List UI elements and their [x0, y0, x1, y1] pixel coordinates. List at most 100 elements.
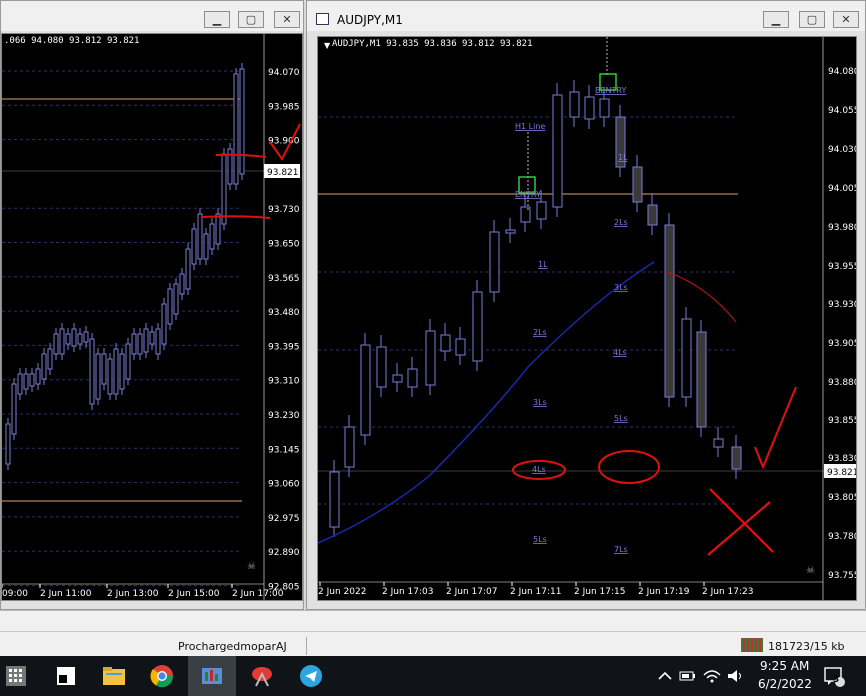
candle-body [681, 318, 692, 398]
candle-body [425, 330, 436, 386]
candle-body [197, 213, 203, 260]
candle-body [505, 229, 516, 234]
profile-name: ProchargedmoparAJ [178, 640, 287, 653]
candle-body [632, 166, 643, 203]
price-label: 93.930 [828, 300, 857, 310]
candle-body [731, 446, 742, 470]
candle-body [41, 353, 47, 380]
candle-body [696, 331, 707, 428]
price-label: 94.055 [828, 106, 857, 116]
left-chart-svg: 94.07093.98593.90093.73093.65093.56593.4… [2, 34, 301, 600]
sticky-notes-icon[interactable] [52, 662, 80, 690]
minimize-button[interactable]: ▁ [204, 11, 230, 28]
price-label: 93.980 [828, 223, 857, 233]
annotation-circle [598, 450, 660, 484]
level-annotation: ENTRY [515, 190, 541, 199]
right-chart-canvas[interactable]: AUDJPY,M1 93.835 93.836 93.812 93.821 94… [317, 36, 857, 601]
snipping-tool-icon[interactable] [248, 662, 276, 690]
current-price-label: 93.821 [267, 168, 299, 178]
maximize-button[interactable]: ▢ [238, 11, 264, 28]
candle-body [59, 328, 65, 355]
candle-body [329, 471, 340, 528]
candle-body [472, 291, 483, 362]
calculator-icon[interactable] [2, 662, 30, 690]
clock-time[interactable]: 9:25 AM [760, 659, 809, 673]
price-label: 93.880 [828, 378, 857, 388]
maximize-button[interactable]: ▢ [799, 11, 825, 28]
level-annotation: 5Ls [614, 414, 628, 423]
volume-icon[interactable] [726, 662, 746, 690]
candle-body [440, 334, 451, 352]
left-window-titlebar[interactable]: ▁ ▢ ✕ [1, 1, 303, 31]
time-label: 2 Jun 17:19 [638, 587, 690, 597]
skull-icon: ☠ [806, 565, 815, 576]
dropdown-arrow-icon: ▼ [324, 41, 331, 50]
status-separator [306, 637, 307, 655]
candle-body [185, 248, 191, 290]
candle-body [191, 228, 197, 265]
candle-body [35, 368, 41, 385]
price-label: 93.650 [268, 240, 300, 250]
price-label: 93.805 [828, 493, 857, 503]
level-annotation: 3Ls [533, 398, 547, 407]
close-button[interactable]: ✕ [833, 11, 859, 28]
price-label: 93.955 [828, 262, 857, 272]
candle-body [5, 423, 11, 465]
candle-body [489, 231, 500, 293]
candle-body [179, 273, 185, 295]
candle-body [167, 288, 173, 325]
minimize-button[interactable]: ▁ [763, 11, 789, 28]
close-button[interactable]: ✕ [274, 11, 300, 28]
candle-body [455, 338, 466, 356]
left-chart-canvas[interactable]: .066 94.080 93.812 93.821 94.070 93.985 93… [1, 33, 303, 601]
price-label: 93.480 [268, 308, 300, 318]
candle-body [221, 153, 227, 225]
annotation-cross [707, 488, 774, 556]
price-label: 94.070 [268, 68, 300, 78]
red-ma-line [667, 271, 737, 323]
chrome-icon[interactable] [148, 662, 176, 690]
price-label: 93.060 [268, 480, 300, 490]
level-annotation: BENTRY [595, 86, 626, 95]
price-label: 93.855 [828, 416, 857, 426]
candle-body [360, 344, 371, 436]
level-annotation: 2Ls [533, 328, 547, 337]
status-divider [0, 631, 866, 632]
candle-body [95, 353, 101, 400]
level-annotation: 5Ls [533, 535, 547, 544]
clock-date[interactable]: 6/2/2022 [758, 677, 812, 691]
current-price-label: 93.821 [827, 468, 857, 478]
candle-body [119, 353, 125, 390]
time-label: 2 Jun 17:03 [382, 587, 433, 597]
notification-count: 3 [833, 675, 840, 685]
metatrader-icon[interactable] [198, 662, 226, 690]
annotation-stroke [201, 215, 271, 219]
show-hidden-icons-icon[interactable] [656, 662, 674, 690]
right-chart-window[interactable]: AUDJPY,M1 ▁ ▢ ✕ AUDJPY,M1 93.835 93.836 … [306, 0, 866, 610]
time-label: 2 Jun 15:00 [168, 589, 220, 599]
time-label: 2 Jun 17:00 [232, 589, 284, 599]
price-label: 94.080 [828, 67, 857, 77]
level-annotation: 1L [538, 260, 548, 269]
file-explorer-icon[interactable] [100, 662, 128, 690]
candle-body [407, 368, 418, 388]
candle-body [713, 438, 724, 448]
wifi-icon[interactable] [702, 662, 722, 690]
level-annotation: 7Ls [614, 545, 628, 554]
price-label: 93.145 [268, 445, 300, 455]
price-label: 93.830 [828, 454, 857, 464]
telegram-icon[interactable] [297, 662, 325, 690]
left-chart-window[interactable]: ▁ ▢ ✕ .066 94.080 93.812 93.821 94.070 93… [0, 0, 304, 610]
right-window-titlebar[interactable]: AUDJPY,M1 ▁ ▢ ✕ [307, 1, 865, 31]
candle-body [77, 333, 83, 345]
price-label: 93.985 [268, 102, 300, 112]
power-icon[interactable] [678, 662, 698, 690]
price-label: 94.030 [828, 145, 857, 155]
candle-body [647, 204, 658, 226]
time-label: 2 Jun 17:15 [574, 587, 625, 597]
price-label: 93.755 [828, 571, 857, 581]
candle-body [101, 353, 107, 385]
candle-body [23, 373, 29, 390]
annotation-check [754, 386, 797, 470]
candle-body [536, 201, 547, 220]
